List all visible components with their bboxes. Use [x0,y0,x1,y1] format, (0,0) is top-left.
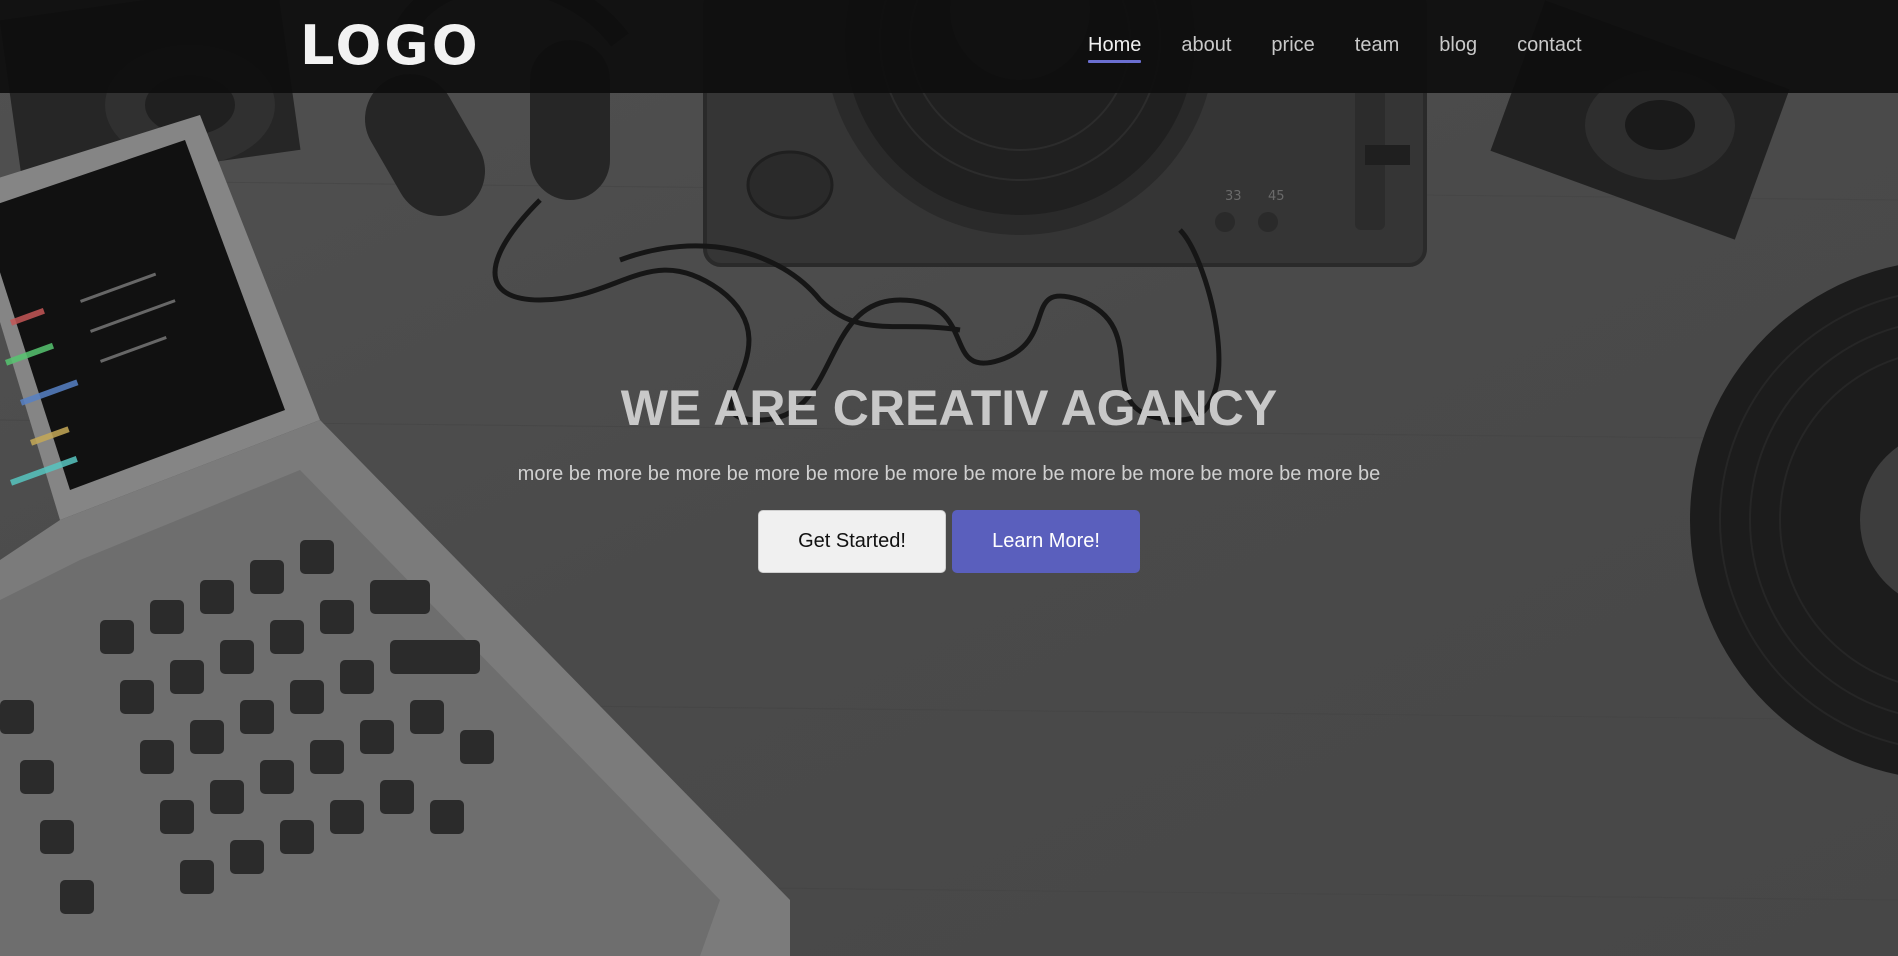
site-logo[interactable]: LOGO [300,14,481,78]
hero-buttons: Get Started! Learn More! [0,510,1898,573]
nav-link-price[interactable]: price [1271,31,1314,59]
nav-link-team[interactable]: team [1355,31,1399,59]
hero-subtitle: more be more be more be more be more be … [517,463,1381,485]
nav-link-contact[interactable]: contact [1517,31,1581,59]
get-started-button[interactable]: Get Started! [758,510,946,573]
svg-text:45: 45 [1268,189,1285,204]
learn-more-button[interactable]: Learn More! [952,510,1140,573]
svg-text:33: 33 [1225,189,1242,204]
main-nav: Home about price team blog contact [1088,31,1622,63]
hero-title: WE ARE CREATIV AGANCY [620,380,1278,436]
nav-link-about[interactable]: about [1181,31,1231,59]
nav-link-blog[interactable]: blog [1439,31,1477,59]
nav-link-home[interactable]: Home [1088,31,1142,63]
hero-section: WE ARE CREATIV AGANCY more be more be mo… [0,370,1898,573]
navbar: LOGO Home about price team blog contact [0,0,1898,93]
